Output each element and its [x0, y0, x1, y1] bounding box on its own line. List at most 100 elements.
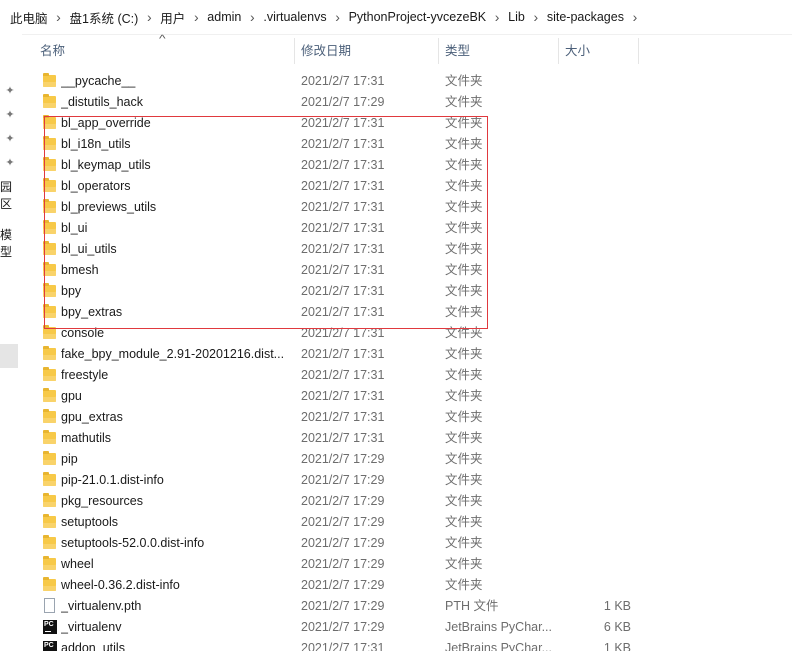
- file-type: 文件夹: [445, 557, 483, 571]
- column-divider[interactable]: [294, 38, 295, 64]
- file-row-icon-cell: [42, 176, 58, 197]
- file-size: [572, 134, 631, 155]
- file-row[interactable]: pip-21.0.1.dist-info 2021/2/7 17:29 文件夹: [32, 470, 792, 491]
- file-date: 2021/2/7 17:31: [301, 74, 385, 88]
- column-divider[interactable]: [438, 38, 439, 64]
- breadcrumb[interactable]: 此电脑盘1系统 (C:) 用户 admin .virtualenvs PythonPro…: [0, 0, 792, 35]
- file-row[interactable]: bpy 2021/2/7 17:31 文件夹: [32, 281, 792, 302]
- chevron-right-icon[interactable]: [490, 10, 504, 25]
- pin-icon[interactable]: ✦: [4, 84, 16, 97]
- file-row[interactable]: bl_keymap_utils 2021/2/7 17:31 文件夹: [32, 155, 792, 176]
- breadcrumb-item[interactable]: site-packages: [543, 10, 628, 24]
- breadcrumb-item[interactable]: PythonProject-yvcezeBK: [345, 10, 491, 24]
- file-date: 2021/2/7 17:31: [301, 410, 385, 424]
- file-date: 2021/2/7 17:29: [301, 599, 385, 613]
- file-type: 文件夹: [445, 347, 483, 361]
- file-row-icon-cell: [42, 71, 58, 92]
- folder-icon: [43, 367, 56, 381]
- file-type: 文件夹: [445, 389, 483, 403]
- file-date: 2021/2/7 17:31: [301, 137, 385, 151]
- file-size: [572, 281, 631, 302]
- file-row[interactable]: __pycache__ 2021/2/7 17:31 文件夹: [32, 71, 792, 92]
- file-name: wheel-0.36.2.dist-info: [61, 578, 180, 592]
- file-name: bl_app_override: [61, 116, 151, 130]
- file-row[interactable]: bmesh 2021/2/7 17:31 文件夹: [32, 260, 792, 281]
- file-size: 1 KB: [603, 599, 631, 613]
- file-row[interactable]: wheel-0.36.2.dist-info 2021/2/7 17:29 文件夹: [32, 575, 792, 596]
- file-row[interactable]: pkg_resources 2021/2/7 17:29 文件夹: [32, 491, 792, 512]
- file-row[interactable]: setuptools-52.0.0.dist-info 2021/2/7 17:2…: [32, 533, 792, 554]
- file-size: [572, 533, 631, 554]
- file-type: JetBrains PyChar...: [445, 620, 552, 634]
- file-row[interactable]: gpu_extras 2021/2/7 17:31 文件夹: [32, 407, 792, 428]
- file-row-icon-cell: [42, 344, 58, 365]
- breadcrumb-item[interactable]: 盘1系统 (C:): [66, 8, 143, 27]
- nav-selected-item[interactable]: [0, 344, 18, 368]
- file-date: 2021/2/7 17:31: [301, 221, 385, 235]
- folder-icon: [43, 577, 56, 591]
- file-size: [572, 344, 631, 365]
- chevron-right-icon[interactable]: [529, 10, 543, 25]
- file-type: 文件夹: [445, 578, 483, 592]
- file-date: 2021/2/7 17:31: [301, 158, 385, 172]
- file-name: bl_i18n_utils: [61, 137, 131, 151]
- breadcrumb-item[interactable]: 用户: [156, 8, 189, 27]
- file-type: 文件夹: [445, 410, 483, 424]
- file-date: 2021/2/7 17:31: [301, 305, 385, 319]
- file-row[interactable]: pip 2021/2/7 17:29 文件夹: [32, 449, 792, 470]
- breadcrumb-item[interactable]: 此电脑: [6, 8, 52, 27]
- file-row[interactable]: setuptools 2021/2/7 17:29 文件夹: [32, 512, 792, 533]
- file-row[interactable]: bl_ui_utils 2021/2/7 17:31 文件夹: [32, 239, 792, 260]
- column-header-date[interactable]: 修改日期: [301, 36, 351, 66]
- folder-icon: [43, 220, 56, 234]
- folder-icon: [43, 241, 56, 255]
- file-row[interactable]: bl_previews_utils 2021/2/7 17:31 文件夹: [32, 197, 792, 218]
- file-row[interactable]: _distutils_hack 2021/2/7 17:29 文件夹: [32, 92, 792, 113]
- file-row[interactable]: bl_app_override 2021/2/7 17:31 文件夹: [32, 113, 792, 134]
- file-row[interactable]: _virtualenv.pth 2021/2/7 17:29 PTH 文件 1 KB: [32, 596, 792, 617]
- nav-item-label[interactable]: 园区: [0, 178, 22, 212]
- file-row[interactable]: gpu 2021/2/7 17:31 文件夹: [32, 386, 792, 407]
- breadcrumb-item[interactable]: .virtualenvs: [259, 10, 330, 24]
- pin-icon[interactable]: ✦: [4, 108, 16, 121]
- file-date: 2021/2/7 17:29: [301, 95, 385, 109]
- file-name: setuptools-52.0.0.dist-info: [61, 536, 205, 550]
- file-name: pip-21.0.1.dist-info: [61, 473, 164, 487]
- nav-item-label[interactable]: 模型: [0, 226, 22, 260]
- chevron-right-icon[interactable]: [245, 10, 259, 25]
- breadcrumb-item[interactable]: Lib: [504, 10, 529, 24]
- pin-icon[interactable]: ✦: [4, 156, 16, 169]
- file-row-icon-cell: [42, 533, 58, 554]
- column-header-size[interactable]: 大小: [565, 36, 590, 66]
- file-size: 6 KB: [603, 620, 631, 634]
- file-row[interactable]: console 2021/2/7 17:31 文件夹: [32, 323, 792, 344]
- file-row[interactable]: bpy_extras 2021/2/7 17:31 文件夹: [32, 302, 792, 323]
- chevron-right-icon[interactable]: [189, 10, 203, 25]
- file-row[interactable]: bl_i18n_utils 2021/2/7 17:31 文件夹: [32, 134, 792, 155]
- file-row[interactable]: bl_operators 2021/2/7 17:31 文件夹: [32, 176, 792, 197]
- file-date: 2021/2/7 17:31: [301, 368, 385, 382]
- chevron-right-icon[interactable]: [52, 10, 66, 25]
- chevron-right-icon[interactable]: [628, 10, 642, 25]
- file-type: 文件夹: [445, 221, 483, 235]
- file-row[interactable]: freestyle 2021/2/7 17:31 文件夹: [32, 365, 792, 386]
- file-size: [572, 470, 631, 491]
- chevron-right-icon[interactable]: [142, 10, 156, 25]
- column-divider[interactable]: [558, 38, 559, 64]
- file-row[interactable]: PC _virtualenv 2021/2/7 17:29 JetBrains PyC…: [32, 617, 792, 638]
- column-header-type[interactable]: 类型: [445, 36, 470, 66]
- file-row[interactable]: mathutils 2021/2/7 17:31 文件夹: [32, 428, 792, 449]
- file-row[interactable]: fake_bpy_module_2.91-20201216.dist... 202…: [32, 344, 792, 365]
- file-size: [572, 155, 631, 176]
- file-row[interactable]: PC addon_utils 2021/2/7 17:31 JetBrains PyC…: [32, 638, 792, 651]
- column-header-name[interactable]: 名称: [40, 36, 65, 66]
- file-row-icon-cell: [42, 575, 58, 596]
- file-row[interactable]: bl_ui 2021/2/7 17:31 文件夹: [32, 218, 792, 239]
- breadcrumb-item[interactable]: admin: [203, 10, 245, 24]
- column-divider[interactable]: [638, 38, 639, 64]
- file-type: 文件夹: [445, 74, 483, 88]
- file-type: 文件夹: [445, 137, 483, 151]
- chevron-right-icon[interactable]: [331, 10, 345, 25]
- file-row[interactable]: wheel 2021/2/7 17:29 文件夹: [32, 554, 792, 575]
- pin-icon[interactable]: ✦: [4, 132, 16, 145]
